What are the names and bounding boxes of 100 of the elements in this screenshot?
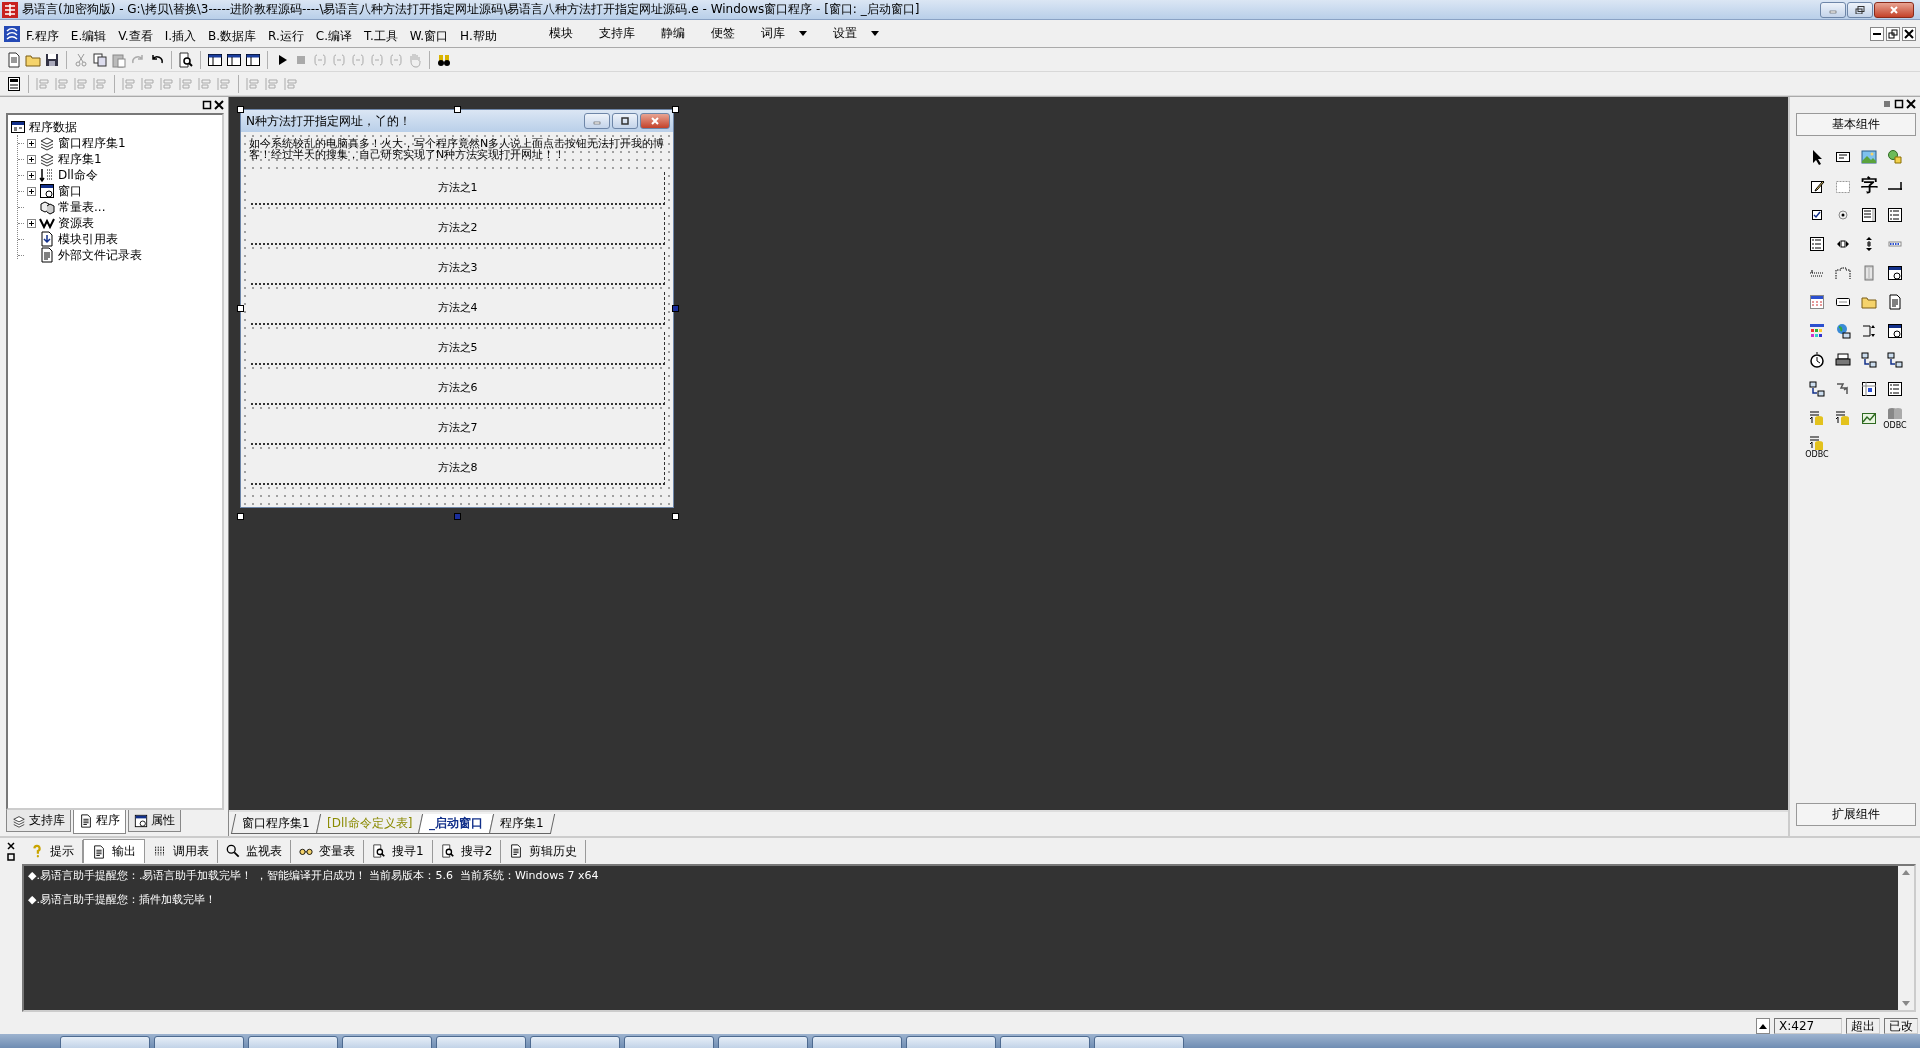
document-tab[interactable]: 窗口程序集1 xyxy=(230,814,321,834)
resize-handle[interactable] xyxy=(237,305,244,312)
tree-item[interactable]: Dll命令 xyxy=(58,166,98,184)
database-icon[interactable] xyxy=(1809,434,1825,451)
taskbar-button[interactable] xyxy=(718,1036,808,1048)
output-tab[interactable]: 调用表 xyxy=(145,839,218,863)
method-button[interactable]: 方法之8 xyxy=(251,452,665,485)
menu-item[interactable]: F.程序 xyxy=(20,26,65,47)
taskbar-button[interactable] xyxy=(436,1036,526,1048)
expand-button[interactable] xyxy=(27,138,36,148)
window-icon[interactable] xyxy=(1887,264,1903,281)
tree-item[interactable]: 外部文件记录表 xyxy=(58,246,142,264)
resize-handle[interactable] xyxy=(672,106,679,113)
output-tab[interactable]: 变量表 xyxy=(291,839,364,863)
scroll-up-icon[interactable] xyxy=(1902,869,1910,876)
menu-item[interactable]: C.编译 xyxy=(309,26,359,47)
menu-item[interactable]: H.帮助 xyxy=(454,26,503,47)
menu-item[interactable]: 支持库 xyxy=(596,23,637,44)
layout-icon[interactable] xyxy=(226,51,242,68)
picture-icon[interactable] xyxy=(1861,148,1877,165)
method-button[interactable]: 方法之3 xyxy=(251,252,665,285)
output-tab[interactable]: 剪辑历史 xyxy=(501,839,587,863)
method-button[interactable]: 方法之4 xyxy=(251,292,665,325)
resize-handle[interactable] xyxy=(237,513,244,520)
output-tab[interactable]: 搜寻2 xyxy=(432,839,502,863)
computers-icon[interactable] xyxy=(1887,351,1903,368)
output-tab[interactable]: 输出 xyxy=(83,839,145,863)
menu-item[interactable]: W.窗口 xyxy=(403,26,455,47)
list-icon[interactable] xyxy=(1887,380,1903,397)
expand-button[interactable] xyxy=(27,154,36,164)
taskbar-button[interactable] xyxy=(624,1036,714,1048)
menu-icon[interactable] xyxy=(1882,99,1892,109)
taskbar-button[interactable] xyxy=(342,1036,432,1048)
stopwatch-icon[interactable] xyxy=(1809,351,1825,368)
document-tab[interactable]: _启动窗口 xyxy=(417,814,495,834)
database-icon[interactable] xyxy=(1809,409,1825,426)
output-tab[interactable]: 搜寻1 xyxy=(364,839,433,863)
database-icon[interactable] xyxy=(1835,409,1851,426)
scroll-down-icon[interactable] xyxy=(1902,1000,1910,1007)
menu-item[interactable]: T.工具 xyxy=(358,26,404,47)
table-icon[interactable] xyxy=(1861,380,1877,397)
taskbar-button[interactable] xyxy=(530,1036,620,1048)
color-grid-icon[interactable] xyxy=(1809,322,1825,339)
close-button[interactable] xyxy=(1874,1,1914,18)
menu-item[interactable]: 设置 xyxy=(830,23,881,44)
tree-item[interactable]: 窗口程序集1 xyxy=(58,134,126,152)
list-icon[interactable] xyxy=(1887,206,1903,223)
resize-handle[interactable] xyxy=(672,305,679,312)
menu-item[interactable]: 模块 xyxy=(546,23,575,44)
menu-item[interactable]: 便签 xyxy=(708,23,737,44)
spinner-icon[interactable] xyxy=(1861,322,1877,339)
toggle-button[interactable] xyxy=(1756,1018,1770,1034)
method-button[interactable]: 方法之1 xyxy=(251,172,665,205)
close-icon[interactable] xyxy=(1906,99,1916,109)
menu-item[interactable]: V.查看 xyxy=(112,26,159,47)
shapes-icon[interactable] xyxy=(1887,148,1903,165)
expand-button[interactable] xyxy=(27,170,36,180)
taskbar-button[interactable] xyxy=(1000,1036,1090,1048)
dropdown-icon[interactable] xyxy=(1861,206,1877,223)
copy-icon[interactable] xyxy=(92,51,108,68)
calculator-icon[interactable] xyxy=(6,75,22,92)
save-icon[interactable] xyxy=(44,51,60,68)
panel-tab[interactable]: 程序 xyxy=(73,810,126,834)
restore-icon[interactable] xyxy=(7,853,15,861)
menu-item[interactable]: 静编 xyxy=(658,23,687,44)
panel-tab[interactable]: 支持库 xyxy=(6,810,71,832)
close-icon[interactable] xyxy=(7,842,15,850)
close-icon[interactable] xyxy=(214,100,224,110)
taskbar-button[interactable] xyxy=(906,1036,996,1048)
taskbar-button[interactable] xyxy=(248,1036,338,1048)
text-tool[interactable]: 字 xyxy=(1860,177,1878,194)
globe-icon[interactable] xyxy=(1835,322,1851,339)
paste-icon[interactable] xyxy=(111,51,127,68)
taskbar-button[interactable] xyxy=(60,1036,150,1048)
new-file-icon[interactable] xyxy=(6,51,22,68)
document-icon[interactable] xyxy=(1887,293,1903,310)
taskbar-button[interactable] xyxy=(1094,1036,1184,1048)
palette-footer-button[interactable]: 扩展组件 xyxy=(1796,803,1916,826)
tree-item[interactable]: 程序集1 xyxy=(58,150,102,168)
computers-icon[interactable] xyxy=(1809,380,1825,397)
list-icon[interactable] xyxy=(1809,235,1825,252)
resize-handle[interactable] xyxy=(454,513,461,520)
connector-icon[interactable] xyxy=(1835,380,1851,397)
layout-icon[interactable] xyxy=(245,51,261,68)
method-button[interactable]: 方法之6 xyxy=(251,372,665,405)
method-button[interactable]: 方法之7 xyxy=(251,412,665,445)
tree-item[interactable]: 模块引用表 xyxy=(58,230,118,248)
restore-button[interactable] xyxy=(1847,1,1873,18)
menu-item[interactable]: 词库 xyxy=(758,23,809,44)
restore-button[interactable] xyxy=(1886,26,1900,41)
layout-icon[interactable] xyxy=(207,51,223,68)
menu-item[interactable]: I.插入 xyxy=(158,26,203,47)
maximize-button[interactable] xyxy=(612,113,638,129)
computers-icon[interactable] xyxy=(1861,351,1877,368)
database-icon[interactable] xyxy=(1887,405,1903,422)
tree-item[interactable]: 窗口 xyxy=(58,182,82,200)
method-button[interactable]: 方法之5 xyxy=(251,332,665,365)
resize-handle[interactable] xyxy=(672,513,679,520)
calendar-icon[interactable] xyxy=(1809,293,1825,310)
palette-header-button[interactable]: 基本组件 xyxy=(1796,113,1916,136)
